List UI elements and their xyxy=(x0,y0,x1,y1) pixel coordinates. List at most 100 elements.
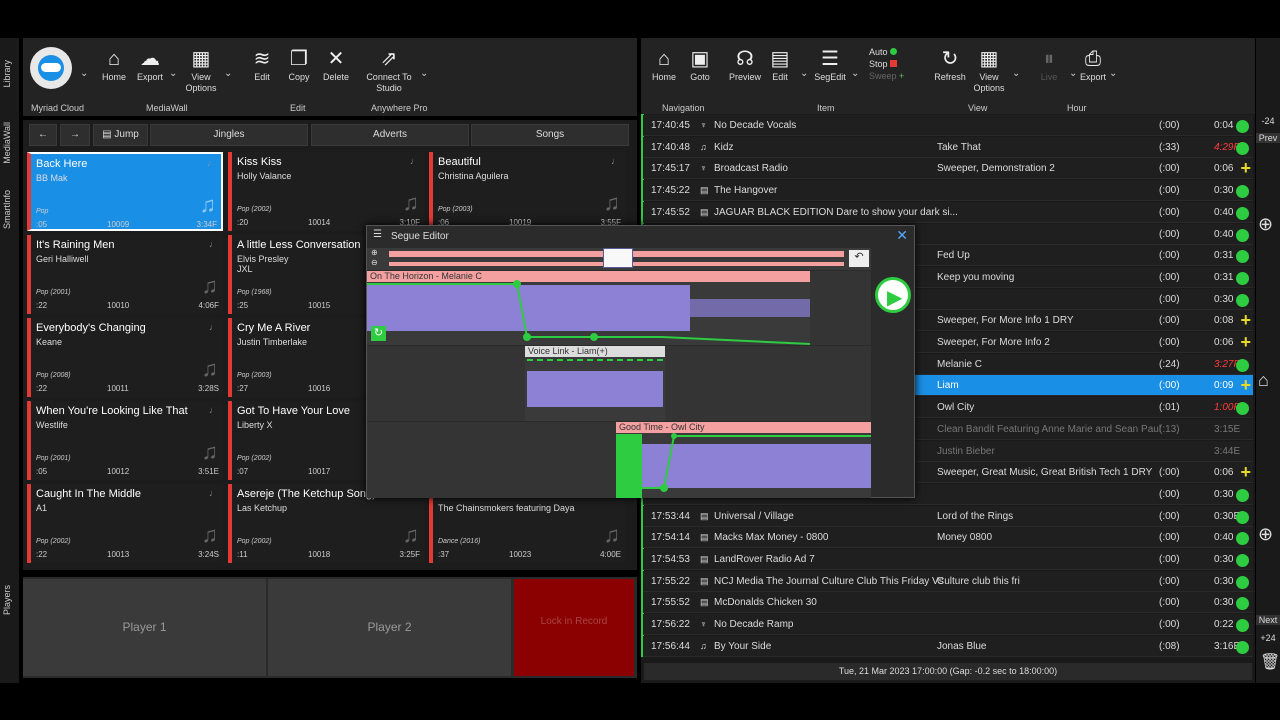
plus-icon[interactable]: + xyxy=(1240,463,1251,481)
media-tile[interactable]: Back Here BB Mak ♩ ♫ Pop:05 10009 3:34F xyxy=(27,152,223,231)
log-row[interactable]: 17:45:22 ▤ The Hangover (:00) 0:30 xyxy=(643,180,1253,202)
chevron-down-icon[interactable]: ⌄ xyxy=(169,68,177,79)
edit-button[interactable]: ≋ Edit xyxy=(245,46,279,83)
prev-button[interactable]: Prev xyxy=(1256,133,1280,143)
close-icon[interactable]: ✕ xyxy=(896,227,908,244)
refresh-button[interactable]: ↻ Refresh xyxy=(933,46,967,83)
log-row[interactable]: 17:53:44 ▤ Universal / Village Lord of the … xyxy=(643,505,1253,527)
clip-voice-link[interactable]: Voice Link - Liam(+) xyxy=(525,346,665,421)
tab-adverts[interactable]: Adverts xyxy=(311,124,469,146)
status-dot-icon[interactable] xyxy=(1236,619,1249,633)
plus-icon[interactable]: + xyxy=(1240,333,1251,351)
status-dot-icon[interactable] xyxy=(1236,402,1249,416)
export-button[interactable]: ⎙ Export xyxy=(1079,46,1107,83)
status-dot-icon[interactable] xyxy=(1236,271,1249,285)
media-tile[interactable]: When You're Looking Like That Westlife ♩ ♫ P… xyxy=(27,401,223,480)
clip-good-time[interactable]: Good Time - Owl City xyxy=(616,422,871,498)
plus-icon[interactable]: + xyxy=(1240,159,1251,177)
status-dot-icon[interactable] xyxy=(1236,488,1249,502)
plus-icon[interactable]: + xyxy=(1240,376,1251,394)
chevron-down-icon[interactable]: ⌄ xyxy=(224,68,232,79)
view-options-button[interactable]: ▦ View Options xyxy=(971,46,1007,94)
log-row[interactable]: 17:54:14 ▤ Macks Max Money - 0800 Money 080… xyxy=(643,527,1253,549)
status-dot-icon[interactable] xyxy=(1236,120,1249,133)
log-row[interactable]: 17:40:45 ♆ No Decade Vocals (:00) 0:04 xyxy=(643,115,1253,136)
chevron-down-icon[interactable]: ⌄ xyxy=(800,68,808,79)
media-tile[interactable]: Caught In The Middle A1 ♩ ♫ Pop (2002):22 100… xyxy=(27,484,223,563)
goto-button[interactable]: ▣ Goto xyxy=(685,46,715,83)
chevron-down-icon[interactable]: ⌄ xyxy=(851,68,859,79)
live-button[interactable]: ⏸ Live xyxy=(1035,46,1063,83)
log-row[interactable]: 17:40:48 ♫ Kidz Take That (:33) 4:29F xyxy=(643,136,1253,158)
viewport-handle[interactable] xyxy=(603,248,633,268)
forward-button[interactable]: → xyxy=(60,124,90,146)
home-button[interactable]: ⌂ Home xyxy=(649,46,679,83)
myriad-cloud-logo[interactable] xyxy=(30,47,72,89)
log-row[interactable]: 17:55:22 ▤ NCJ Media The Journal Culture C… xyxy=(643,570,1253,592)
fade-in-envelope[interactable] xyxy=(616,422,871,498)
side-tab-smartinfo[interactable]: SmartInfo xyxy=(2,190,12,229)
player-2[interactable]: Player 2 xyxy=(268,579,511,676)
status-dot-icon[interactable] xyxy=(1236,228,1249,242)
minus-24-button[interactable]: -24 xyxy=(1256,116,1280,126)
next-button[interactable]: Next xyxy=(1256,615,1280,625)
export-button[interactable]: ☁ Export xyxy=(132,46,168,83)
edit-button[interactable]: ▤ Edit xyxy=(767,46,793,83)
scroll-down-icon[interactable]: ⊕ xyxy=(1258,524,1273,545)
lock-in-record-button[interactable]: Lock in Record xyxy=(514,579,634,676)
back-button[interactable]: ← xyxy=(29,124,57,146)
log-row[interactable]: 17:55:52 ▤ McDonalds Chicken 30 (:00) 0:30 xyxy=(643,592,1253,614)
status-dot-icon[interactable] xyxy=(1236,575,1249,589)
stop-toggle[interactable]: Stop xyxy=(869,58,904,70)
status-dot-icon[interactable] xyxy=(1236,510,1249,524)
undo-icon[interactable]: ↶ xyxy=(849,250,869,267)
player-1[interactable]: Player 1 xyxy=(23,579,266,676)
chevron-down-icon[interactable]: ⌄ xyxy=(80,68,88,79)
status-dot-icon[interactable] xyxy=(1236,185,1249,199)
play-button[interactable]: ▶ xyxy=(875,277,911,313)
chevron-down-icon[interactable]: ⌄ xyxy=(1012,68,1020,79)
zoom-out-icon[interactable]: ⊖ xyxy=(371,258,378,267)
side-tab-mediawall[interactable]: MediaWall xyxy=(2,122,12,164)
delete-button[interactable]: ✕ Delete xyxy=(319,46,353,83)
side-tab-players[interactable]: Players xyxy=(2,585,12,615)
log-row[interactable]: 17:56:22 ♆ No Decade Ramp (:00) 0:22 xyxy=(643,614,1253,636)
auto-toggle[interactable]: Auto xyxy=(869,46,904,58)
scroll-up-icon[interactable]: ⊕ xyxy=(1258,214,1273,235)
zoom-in-icon[interactable]: ⊕ xyxy=(371,248,378,257)
status-dot-icon[interactable] xyxy=(1236,141,1249,155)
connect-to-studio-button[interactable]: ⇗ Connect To Studio xyxy=(363,46,415,94)
menu-icon[interactable]: ☰ xyxy=(373,229,382,240)
fade-envelope[interactable] xyxy=(367,271,810,345)
status-dot-icon[interactable] xyxy=(1236,532,1249,546)
home-icon[interactable]: ⌂ xyxy=(1258,370,1269,391)
media-tile[interactable]: It's Raining Men Geri Halliwell ♩ ♫ Pop (200… xyxy=(27,235,223,314)
timeline-overview[interactable]: ⊕ ⊖ ↶ xyxy=(367,248,871,270)
plus-icon[interactable]: + xyxy=(1240,311,1251,329)
copy-button[interactable]: ❐ Copy xyxy=(281,46,317,83)
media-tile[interactable]: Beautiful Christina Aguilera ♩ ♫ Pop (2003):… xyxy=(429,152,625,231)
trash-icon[interactable]: 🗑 xyxy=(1260,652,1280,672)
tab-jingles[interactable]: Jingles xyxy=(150,124,308,146)
clip-on-the-horizon[interactable]: On The Horizon - Melanie C ↻ xyxy=(367,271,810,345)
jump-button[interactable]: ▤ Jump xyxy=(93,124,148,146)
sweep-toggle[interactable]: Sweep + xyxy=(869,70,904,82)
chevron-down-icon[interactable]: ⌄ xyxy=(1069,68,1077,79)
tab-songs[interactable]: Songs xyxy=(471,124,629,146)
plus-24-button[interactable]: +24 xyxy=(1256,633,1280,643)
media-tile[interactable]: Kiss Kiss Holly Valance ♩ ♫ Pop (2002):20 100… xyxy=(228,152,424,231)
view-options-button[interactable]: ▦ View Options xyxy=(183,46,219,94)
status-dot-icon[interactable] xyxy=(1236,293,1249,307)
log-row[interactable]: 17:56:44 ♫ By Your Side Jonas Blue (:08) 3:16… xyxy=(643,635,1253,657)
status-dot-icon[interactable] xyxy=(1236,597,1249,611)
chevron-down-icon[interactable]: ⌄ xyxy=(1109,68,1117,79)
status-dot-icon[interactable] xyxy=(1236,554,1249,567)
segedit-button[interactable]: ☰ SegEdit xyxy=(812,46,848,83)
refresh-icon[interactable]: ↻ xyxy=(371,326,386,341)
side-tab-library[interactable]: Library xyxy=(2,60,12,88)
chevron-down-icon[interactable]: ⌄ xyxy=(420,68,428,79)
status-dot-icon[interactable] xyxy=(1236,358,1249,372)
home-button[interactable]: ⌂ Home xyxy=(97,46,131,83)
log-row[interactable]: 17:54:53 ▤ LandRover Radio Ad 7 (:00) 0:30 xyxy=(643,549,1253,570)
status-dot-icon[interactable] xyxy=(1236,250,1249,264)
